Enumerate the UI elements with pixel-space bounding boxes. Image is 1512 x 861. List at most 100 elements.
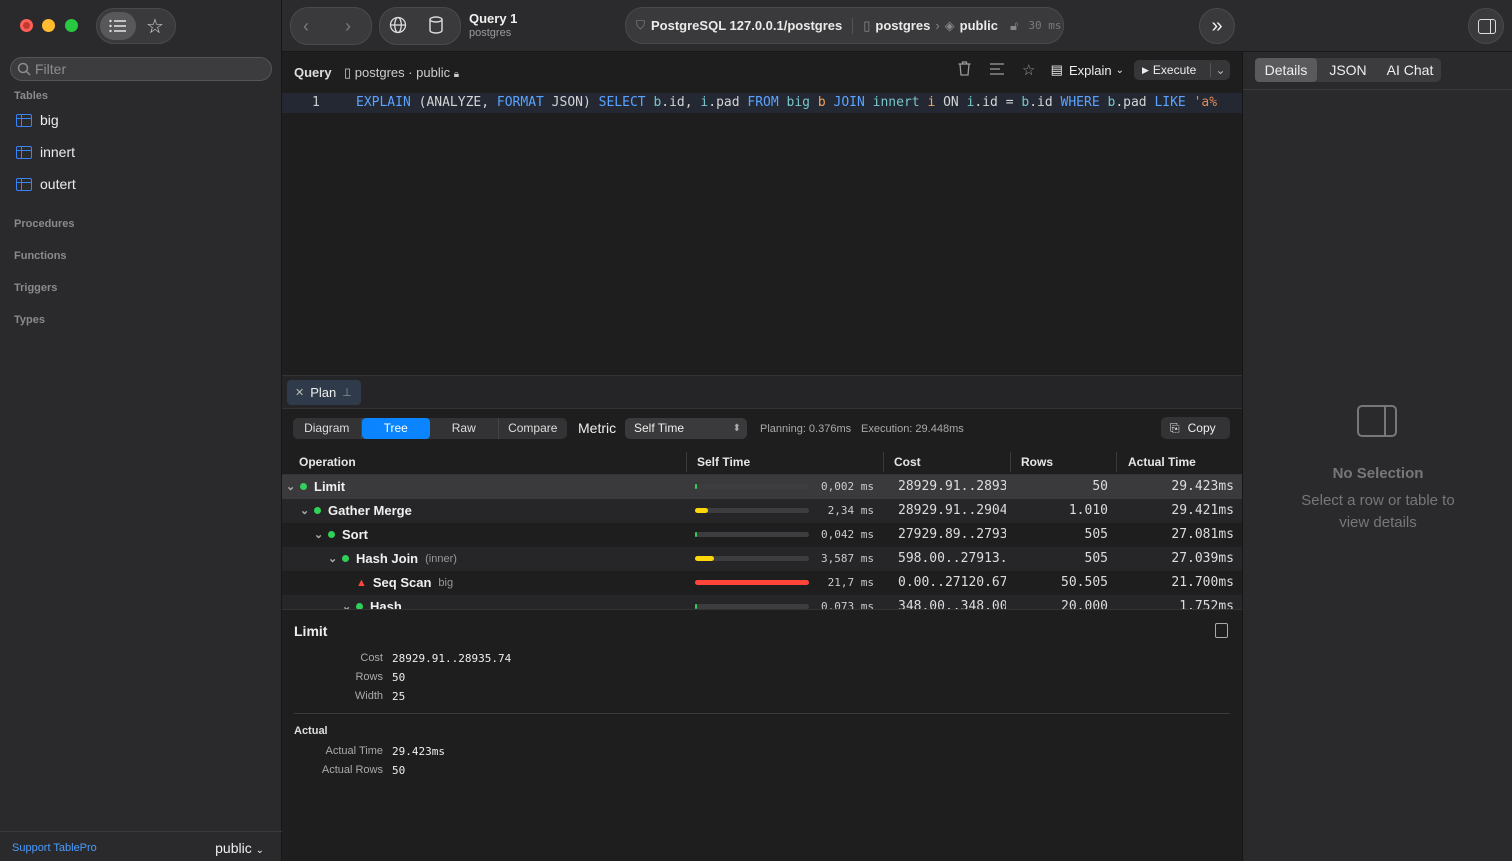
actual-time-value: 29.421ms xyxy=(1171,503,1234,518)
column-divider[interactable] xyxy=(883,452,884,472)
sql-code[interactable]: EXPLAIN (ANALYZE, FORMAT JSON) SELECT b.… xyxy=(356,93,1217,113)
filter-input[interactable] xyxy=(35,61,255,77)
self-time-bar xyxy=(695,532,809,537)
tab-plan[interactable]: ✕ Plan ⊥ xyxy=(287,380,361,405)
chevron-down-icon[interactable]: ⌄ xyxy=(328,552,338,565)
status-dot xyxy=(328,531,335,538)
operation-name: Hash Join xyxy=(356,551,419,566)
execute-button[interactable]: ▶ Execute ⌄ xyxy=(1134,60,1230,80)
code-line[interactable]: 1 EXPLAIN (ANALYZE, FORMAT JSON) SELECT … xyxy=(282,93,1242,113)
operation-cell: ⌄ Hash xyxy=(342,599,409,609)
postgres-icon: ⛉ xyxy=(636,18,646,32)
divider xyxy=(1243,89,1512,90)
zoom-window-button[interactable] xyxy=(65,19,78,32)
filter-field[interactable] xyxy=(10,57,272,81)
toggle-inspector-button[interactable] xyxy=(1468,8,1504,44)
types-section-header[interactable]: Types xyxy=(14,314,45,326)
explain-button-label: Explain xyxy=(1068,62,1112,78)
column-header-operation[interactable]: Operation xyxy=(299,455,356,469)
table-row[interactable]: ⌄ Limit 0,002 ms 28929.91..28935.74 50 29.423… xyxy=(282,475,1242,499)
cost-value: 0.00..27120.67 xyxy=(898,575,1006,590)
chevron-down-icon: ⌄ xyxy=(255,845,264,856)
self-time-bar-fill xyxy=(695,508,708,513)
pin-icon[interactable]: ⊥ xyxy=(342,386,352,399)
query-editor[interactable]: Query ▯ postgres · public 🔒︎ ☆ ▤ Explain ⌄… xyxy=(282,52,1242,375)
width-value: 25 xyxy=(392,690,406,703)
triggers-section-header[interactable]: Triggers xyxy=(14,282,57,294)
rows-value: 505 xyxy=(1084,551,1108,566)
status-dot xyxy=(300,483,307,490)
sidebar-item-big[interactable]: big xyxy=(16,108,59,132)
rows-value: 50 xyxy=(392,671,406,684)
table-row[interactable]: ⌄ Hash 0,073 ms 348.00..348.00 20.000 1.752ms xyxy=(282,595,1242,609)
table-row[interactable]: ⌄ Gather Merge 2,34 ms 28929.91..29049.03 1.… xyxy=(282,499,1242,523)
metric-select[interactable]: Self Time ⬍ xyxy=(625,418,747,439)
node-title: Limit xyxy=(294,623,328,639)
star-icon[interactable]: ☆ xyxy=(137,12,173,40)
column-divider[interactable] xyxy=(1116,452,1117,472)
self-time-value: 3,587 ms xyxy=(821,552,874,565)
table-row[interactable]: ▲ Seq Scan big 21,7 ms 0.00..27120.67 50.505 2… xyxy=(282,571,1242,595)
database-icon[interactable] xyxy=(428,16,444,39)
copy-button[interactable]: ⎘ Copy xyxy=(1161,417,1230,439)
sidebar: ☆ Tables big innert outert Procedures Fu… xyxy=(0,0,282,861)
self-time-bar-fill xyxy=(695,532,697,537)
plan-controls: Diagram Tree Raw Compare Metric Self Tim… xyxy=(282,409,1242,449)
chevron-down-icon[interactable]: ⌄ xyxy=(286,480,296,493)
column-header-self-time[interactable]: Self Time xyxy=(697,455,750,469)
column-header-rows[interactable]: Rows xyxy=(1021,455,1053,469)
view-raw[interactable]: Raw xyxy=(430,418,499,439)
functions-section-header[interactable]: Functions xyxy=(14,250,67,262)
support-link[interactable]: Support TablePro xyxy=(12,842,97,854)
chevrons-right-icon[interactable]: » xyxy=(1199,8,1235,44)
database-name[interactable]: postgres xyxy=(875,18,930,33)
back-icon[interactable]: ‹ xyxy=(303,16,309,37)
view-tree[interactable]: Tree xyxy=(361,418,430,439)
schema-name[interactable]: public xyxy=(960,18,998,33)
column-divider[interactable] xyxy=(686,452,687,472)
close-window-button[interactable] xyxy=(20,19,33,32)
database-icon: ▯ xyxy=(344,65,355,80)
planning-time: Planning: 0.376ms xyxy=(760,423,852,435)
trash-icon[interactable] xyxy=(949,60,981,80)
list-icon[interactable] xyxy=(100,12,136,40)
sidebar-item-outert[interactable]: outert xyxy=(16,172,76,196)
column-header-actual-time[interactable]: Actual Time xyxy=(1128,455,1196,469)
cost-value: 28929.91..28935.74 xyxy=(898,479,1006,494)
view-diagram[interactable]: Diagram xyxy=(293,418,362,439)
tab-details[interactable]: Details xyxy=(1255,58,1317,82)
star-icon[interactable]: ☆ xyxy=(1013,61,1045,79)
connection-status[interactable]: ⛉ PostgreSQL 127.0.0.1/postgres ▯ postgr… xyxy=(625,7,1064,44)
chevron-down-icon[interactable]: ⌄ xyxy=(342,600,352,609)
chevron-down-icon[interactable]: ⌄ xyxy=(1210,63,1230,77)
column-header-cost[interactable]: Cost xyxy=(894,455,921,469)
globe-icon[interactable] xyxy=(389,16,407,39)
schema-selector[interactable]: public ⌄ xyxy=(215,840,264,856)
plan-tree-table: Operation Self Time Cost Rows Actual Tim… xyxy=(282,449,1242,609)
chevron-down-icon[interactable]: ⌄ xyxy=(300,504,310,517)
operation-name: Hash xyxy=(370,599,402,609)
table-row[interactable]: ⌄ Hash Join (inner) 3,587 ms 598.00..27913.1… xyxy=(282,547,1242,571)
chevron-down-icon: ⌄ xyxy=(1115,64,1124,76)
view-compare[interactable]: Compare xyxy=(499,418,568,439)
line-number: 1 xyxy=(312,95,320,110)
copy-icon[interactable] xyxy=(1215,623,1228,638)
table-header: Operation Self Time Cost Rows Actual Tim… xyxy=(282,449,1242,475)
column-divider[interactable] xyxy=(1010,452,1011,472)
explain-button[interactable]: ▤ Explain ⌄ xyxy=(1051,62,1124,78)
forward-icon[interactable]: › xyxy=(345,16,351,37)
rows-value: 1.010 xyxy=(1068,503,1108,518)
tab-json[interactable]: JSON xyxy=(1317,58,1379,82)
format-icon[interactable] xyxy=(981,62,1013,79)
self-time-value: 21,7 ms xyxy=(827,576,874,589)
table-row[interactable]: ⌄ Sort 0,042 ms 27929.89..27931.15 505 27.081… xyxy=(282,523,1242,547)
status-dot xyxy=(342,555,349,562)
minimize-window-button[interactable] xyxy=(42,19,55,32)
table-icon xyxy=(16,177,32,191)
sidebar-item-innert[interactable]: innert xyxy=(16,140,75,164)
query-title: Query 1 xyxy=(469,11,518,26)
procedures-section-header[interactable]: Procedures xyxy=(14,218,75,230)
close-icon[interactable]: ✕ xyxy=(295,386,304,399)
tab-ai-chat[interactable]: AI Chat xyxy=(1379,58,1441,82)
chevron-down-icon[interactable]: ⌄ xyxy=(314,528,324,541)
